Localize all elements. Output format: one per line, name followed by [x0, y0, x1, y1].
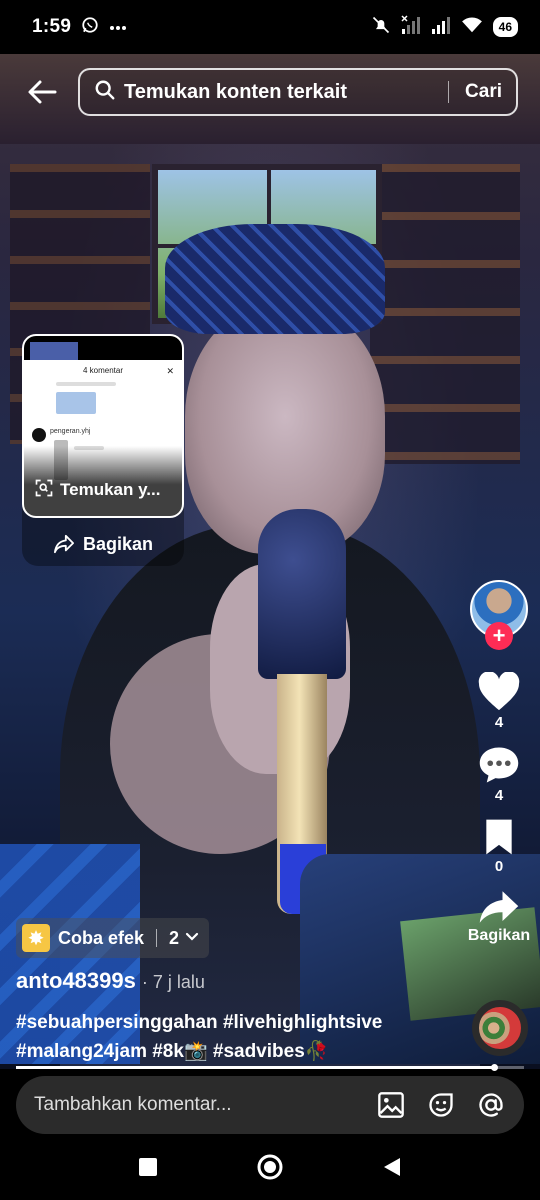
share-button[interactable]: Bagikan — [468, 889, 530, 945]
thumbnail-line — [56, 382, 116, 386]
search-icon — [94, 79, 116, 106]
chevron-down-icon — [185, 929, 199, 947]
video-progress-fill — [16, 1066, 494, 1069]
comment-count: 4 — [494, 787, 504, 804]
video-shelf-right — [370, 164, 520, 464]
more-dots-icon — [109, 18, 127, 36]
comment-bubble-icon — [479, 747, 519, 783]
share-label: Bagikan — [467, 927, 531, 944]
share-arrow-icon — [53, 534, 74, 554]
caption[interactable]: #sebuahpersinggahan #livehighlightsive #… — [16, 1008, 456, 1066]
share-icon — [479, 891, 519, 923]
video-progress-bar[interactable] — [16, 1064, 524, 1071]
bookmark-icon — [486, 819, 512, 855]
search-bar[interactable]: Temukan konten terkait Cari — [78, 68, 518, 116]
share-thumbnail[interactable]: 4 komentar ✕ pengeran.yhj Temukan y... — [22, 334, 184, 518]
post-time: · 7 j lalu — [141, 972, 205, 992]
creator-avatar[interactable]: + — [470, 580, 528, 650]
video-microphone — [258, 509, 346, 679]
effect-count: 2 — [169, 927, 180, 948]
effect-divider — [156, 929, 158, 947]
battery-icon: 46 — [492, 17, 518, 37]
thumbnail-close-icon: ✕ — [166, 366, 174, 376]
share-card[interactable]: 4 komentar ✕ pengeran.yhj Temukan y... B… — [22, 334, 184, 566]
music-disc[interactable] — [472, 1000, 528, 1056]
thumbnail-top — [24, 336, 182, 360]
video-person-hat — [165, 224, 385, 334]
signal-icon — [431, 15, 451, 40]
search-input[interactable]: Temukan konten terkait — [124, 81, 432, 104]
wifi-icon — [461, 16, 483, 39]
comment-input[interactable]: Tambahkan komentar... — [34, 1094, 356, 1116]
like-count: 4 — [494, 714, 504, 731]
back-button[interactable] — [20, 70, 64, 114]
thumbnail-avatar — [32, 428, 46, 442]
status-time: 1:59 — [32, 16, 72, 37]
home-button[interactable] — [254, 1151, 286, 1183]
whatsapp-icon — [81, 16, 99, 39]
comment-bar[interactable]: Tambahkan komentar... — [16, 1076, 524, 1134]
caption-line[interactable]: #sebuahpersinggahan #livehighlightsive — [16, 1008, 456, 1037]
signal-icon — [401, 14, 421, 40]
heart-icon — [478, 672, 520, 711]
author-username[interactable]: anto48399s — [16, 968, 136, 994]
video-progress-knob[interactable] — [490, 1064, 498, 1071]
share-card-button[interactable]: Bagikan — [22, 524, 184, 564]
search-button[interactable]: Cari — [465, 81, 502, 103]
navigation-bar — [0, 1134, 540, 1200]
comment-button[interactable]: 4 — [478, 745, 520, 804]
effect-chip[interactable]: ✸ Coba efek 2 — [16, 918, 210, 958]
thumbnail-user: pengeran.yhj — [50, 428, 91, 435]
save-count: 0 — [494, 858, 504, 875]
top-bar: Temukan konten terkait Cari — [0, 54, 540, 130]
back-arrow-icon — [28, 80, 57, 104]
image-icon[interactable] — [376, 1090, 406, 1120]
triangle-back-icon — [384, 1158, 400, 1176]
thumbnail-overlay-text: Temukan y... — [60, 480, 161, 499]
author-row: anto48399s · 7 j lalu — [16, 968, 205, 994]
status-bar: 1:59 46 — [0, 0, 540, 54]
back-nav-button[interactable] — [376, 1151, 408, 1183]
share-card-label: Bagikan — [82, 533, 154, 554]
save-button[interactable]: 0 — [483, 818, 515, 875]
emoji-icon[interactable] — [426, 1090, 456, 1120]
effect-sparkle-icon: ✸ — [22, 924, 50, 952]
mention-icon[interactable] — [476, 1090, 506, 1120]
thumbnail-image — [56, 392, 96, 414]
recents-button[interactable] — [132, 1151, 164, 1183]
scan-icon — [34, 478, 54, 503]
like-button[interactable]: 4 — [477, 672, 521, 731]
mute-icon — [371, 15, 391, 40]
circle-icon — [257, 1154, 283, 1180]
caption-line[interactable]: #malang24jam #8k📸 #sadvibes🥀 — [16, 1037, 456, 1066]
thumbnail-comment-header: 4 komentar — [82, 366, 124, 375]
square-icon — [139, 1158, 157, 1176]
follow-plus-icon[interactable]: + — [485, 622, 513, 650]
search-divider — [448, 81, 450, 103]
action-rail: + 4 4 0 Bagikan — [464, 580, 534, 945]
thumbnail-overlay: Temukan y... — [24, 446, 182, 516]
effect-label: Coba efek — [58, 927, 145, 948]
